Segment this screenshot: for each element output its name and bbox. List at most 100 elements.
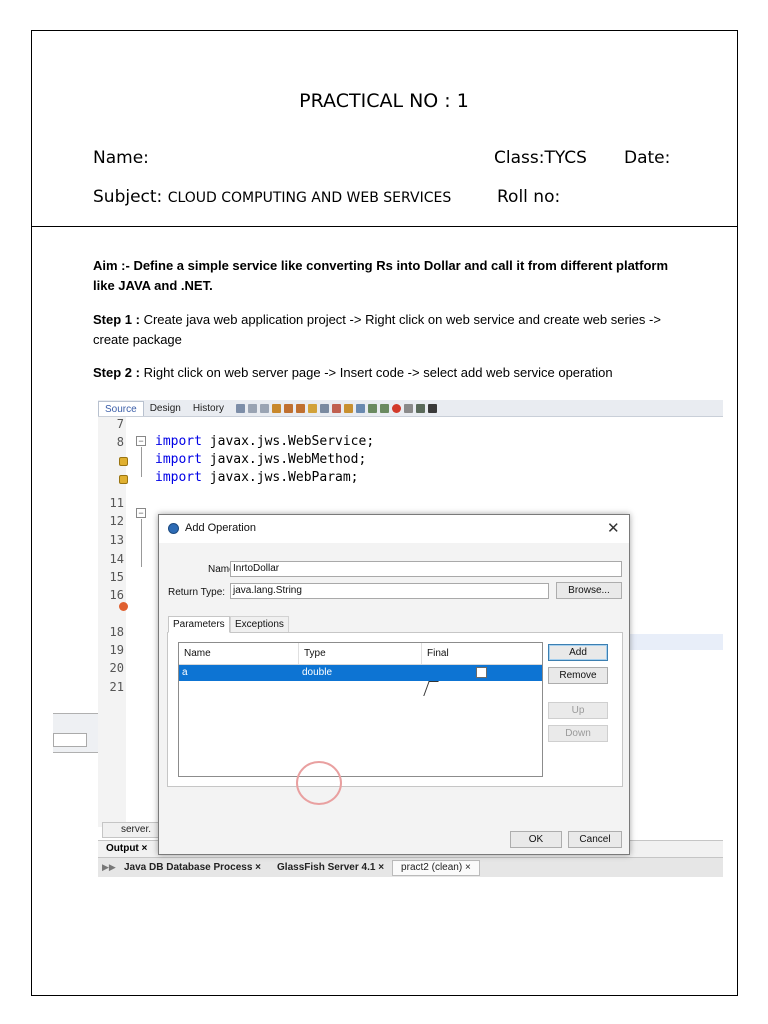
fold-toggle-icon[interactable]: − xyxy=(136,508,146,518)
line-number: 14 xyxy=(109,552,124,566)
cancel-button[interactable]: Cancel xyxy=(568,831,622,848)
code-keyword: import xyxy=(155,452,202,467)
remove-button[interactable]: Remove xyxy=(548,667,608,684)
practical-title: PRACTICAL NO : 1 xyxy=(299,90,469,112)
dialog-title: Add Operation xyxy=(185,522,256,534)
ide-left-strip xyxy=(53,400,98,883)
validate-icon[interactable] xyxy=(427,403,437,413)
code-keyword: import xyxy=(155,470,202,485)
ide-screenshot: Source Design History 7 8 11 12 13 14 15 xyxy=(53,400,723,883)
start-macro-icon[interactable] xyxy=(391,403,401,413)
code-line: import javax.jws.WebMethod; xyxy=(155,452,366,467)
next-bookmark-icon[interactable] xyxy=(343,403,353,413)
toggle-highlight-icon[interactable] xyxy=(307,403,317,413)
shift-right-icon[interactable] xyxy=(379,403,389,413)
stop-macro-icon[interactable] xyxy=(403,403,413,413)
line-number: 11 xyxy=(109,496,124,510)
column-header-type[interactable]: Type xyxy=(299,643,422,664)
warning-icon[interactable] xyxy=(119,457,128,466)
tab-source[interactable]: Source xyxy=(98,400,144,416)
subject-line: Subject: CLOUD COMPUTING AND WEB SERVICE… xyxy=(93,187,451,207)
check-file-icon[interactable] xyxy=(415,403,425,413)
process-tab-bar: ▶▶ Java DB Database Process × GlassFish … xyxy=(98,857,723,877)
back-icon[interactable] xyxy=(235,403,245,413)
line-number: 8 xyxy=(116,435,124,449)
toolbar-icons xyxy=(235,403,437,413)
fold-guide xyxy=(141,519,142,567)
server-file-tab[interactable]: server. xyxy=(102,822,162,838)
output-toggle-icon[interactable]: ▶▶ xyxy=(102,862,116,874)
code-text: javax.jws.WebParam; xyxy=(201,470,359,485)
line-number: 15 xyxy=(109,570,124,584)
previous-bookmark-icon[interactable] xyxy=(331,403,341,413)
fold-guide xyxy=(141,447,142,477)
tab-design[interactable]: Design xyxy=(144,401,187,416)
date-label: Date: xyxy=(624,148,671,168)
step-2-label: Step 2 : xyxy=(93,365,140,380)
tab-java-db-process[interactable]: Java DB Database Process × xyxy=(116,862,269,873)
class-label: Class:TYCS xyxy=(494,148,587,168)
line-number: 18 xyxy=(109,625,124,639)
current-line-highlight xyxy=(629,634,723,650)
step-1-paragraph: Step 1 : Create java web application pro… xyxy=(93,310,683,350)
column-header-final[interactable]: Final xyxy=(422,643,542,664)
code-text: javax.jws.WebService; xyxy=(201,434,375,449)
column-header-name[interactable]: Name xyxy=(179,643,299,664)
roll-no-label: Roll no: xyxy=(497,187,561,207)
ide-navigator-combo[interactable] xyxy=(53,733,87,747)
param-type-cell[interactable]: double xyxy=(299,665,332,680)
step-1-text: Create java web application project -> R… xyxy=(93,312,661,347)
fold-toggle-icon[interactable]: − xyxy=(136,436,146,446)
subject-value: CLOUD COMPUTING AND WEB SERVICES xyxy=(167,190,452,206)
code-line: import javax.jws.WebParam; xyxy=(155,470,359,485)
step-2-text: Right click on web server page -> Insert… xyxy=(139,365,613,380)
header-divider xyxy=(31,226,738,227)
add-operation-dialog: Add Operation ✕ Name: InrtoDollar Return… xyxy=(158,514,630,855)
up-button[interactable]: Up xyxy=(548,702,608,719)
add-button[interactable]: Add xyxy=(548,644,608,661)
code-line: import javax.jws.WebService; xyxy=(155,434,374,449)
click-indicator xyxy=(296,761,342,805)
aim-paragraph: Aim :- Define a simple service like conv… xyxy=(93,258,669,293)
find-previous-icon[interactable] xyxy=(283,403,293,413)
tab-exceptions[interactable]: Exceptions xyxy=(230,616,289,633)
toggle-rect-select-icon[interactable] xyxy=(319,403,329,413)
operation-name-input[interactable]: InrtoDollar xyxy=(230,561,622,577)
line-number: 21 xyxy=(109,680,124,694)
tab-parameters[interactable]: Parameters xyxy=(168,616,230,633)
code-keyword: import xyxy=(155,434,202,449)
ok-button[interactable]: OK xyxy=(510,831,562,848)
return-type-input[interactable]: java.lang.String xyxy=(230,583,549,599)
parameters-table: Name Type Final a double xyxy=(178,642,543,777)
browse-button[interactable]: Browse... xyxy=(556,582,622,599)
dialog-titlebar: Add Operation ✕ xyxy=(159,515,629,543)
table-row[interactable]: a double xyxy=(179,665,542,681)
tab-glassfish-server[interactable]: GlassFish Server 4.1 × xyxy=(269,862,392,873)
return-type-label: Return Type: xyxy=(168,587,226,598)
line-number: 19 xyxy=(109,643,124,657)
code-text: javax.jws.WebMethod; xyxy=(201,452,367,467)
line-number: 13 xyxy=(109,533,124,547)
line-number: 16 xyxy=(109,588,124,602)
close-icon[interactable]: ✕ xyxy=(607,519,620,537)
subject-label: Subject: xyxy=(93,187,163,207)
line-number: 12 xyxy=(109,514,124,528)
line-number: 7 xyxy=(116,417,124,431)
last-edit-icon[interactable] xyxy=(259,403,269,413)
final-checkbox[interactable] xyxy=(476,667,487,678)
line-number: 20 xyxy=(109,661,124,675)
tab-history[interactable]: History xyxy=(187,401,230,416)
find-next-icon[interactable] xyxy=(295,403,305,413)
toggle-bookmark-icon[interactable] xyxy=(355,403,365,413)
warning-icon[interactable] xyxy=(119,475,128,484)
down-button[interactable]: Down xyxy=(548,725,608,742)
find-icon[interactable] xyxy=(271,403,281,413)
shift-left-icon[interactable] xyxy=(367,403,377,413)
error-icon[interactable] xyxy=(119,602,128,611)
editor-toolbar: Source Design History xyxy=(98,400,723,417)
param-name-cell[interactable]: a xyxy=(179,665,188,680)
name-label: Name: xyxy=(93,148,149,168)
step-1-label: Step 1 : xyxy=(93,312,140,327)
forward-icon[interactable] xyxy=(247,403,257,413)
tab-pract2-clean[interactable]: pract2 (clean) × xyxy=(392,859,480,876)
